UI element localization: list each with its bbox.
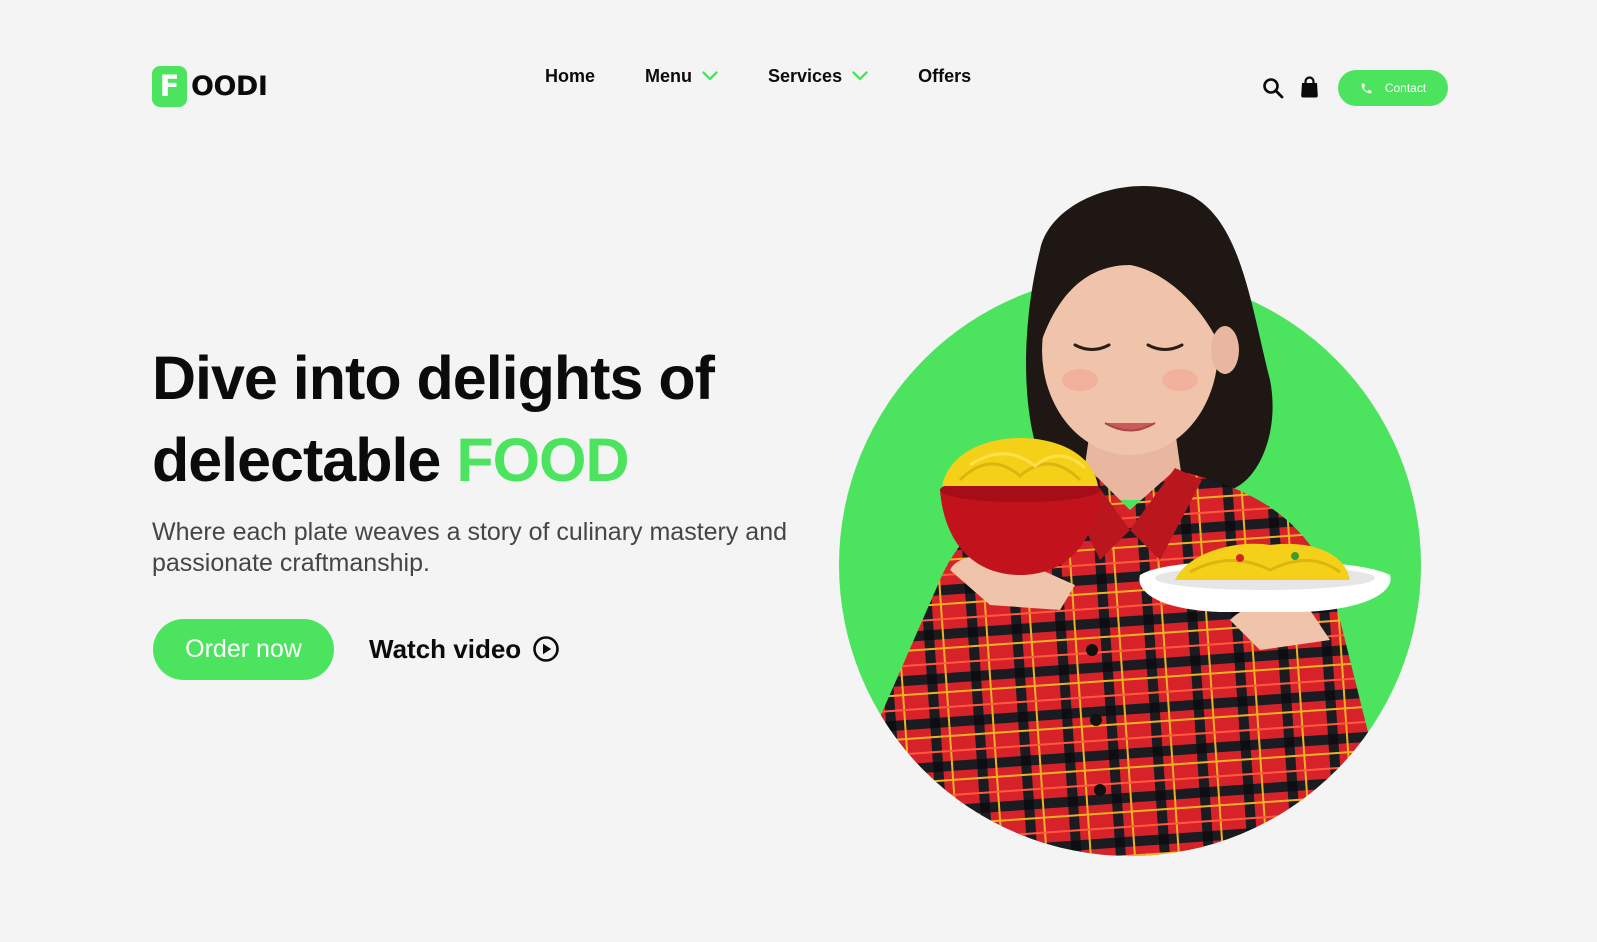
play-circle-icon [533,636,559,662]
nav-item-label: Services [768,65,843,86]
main-nav: Home Menu Services Offers [545,64,971,88]
shopping-bag-icon[interactable] [1300,76,1319,98]
chevron-down-icon [702,71,718,81]
hero-title-line1: Dive into delights of [152,344,715,412]
hero-title-line2: delectable [152,426,441,494]
nav-item-label: Offers [918,65,972,86]
logo[interactable]: F OODI [152,65,268,107]
nav-item-home[interactable]: Home [545,66,595,87]
contact-button-label: Contact [1384,81,1427,95]
nav-item-menu[interactable]: Menu [645,66,718,87]
search-icon[interactable] [1262,77,1284,99]
chevron-down-icon [852,71,868,81]
nav-item-offers[interactable]: Offers [918,66,971,87]
hero-title: Dive into delights of delectable FOOD [152,337,852,501]
hero-image [839,186,1421,856]
logo-text: OODI [191,70,268,102]
logo-badge: F [152,65,187,107]
watch-video-link[interactable]: Watch video [369,631,560,667]
nav-item-label: Menu [645,65,693,86]
contact-button[interactable]: Contact [1338,70,1448,106]
hero-subtitle: Where each plate weaves a story of culin… [152,518,788,577]
phone-icon [1361,83,1372,93]
nav-item-services[interactable]: Services [768,66,868,87]
hero-title-accent: FOOD [456,426,629,494]
watch-video-label: Watch video [369,633,522,664]
nav-item-label: Home [545,65,596,86]
order-now-button[interactable]: Order now [153,619,334,680]
